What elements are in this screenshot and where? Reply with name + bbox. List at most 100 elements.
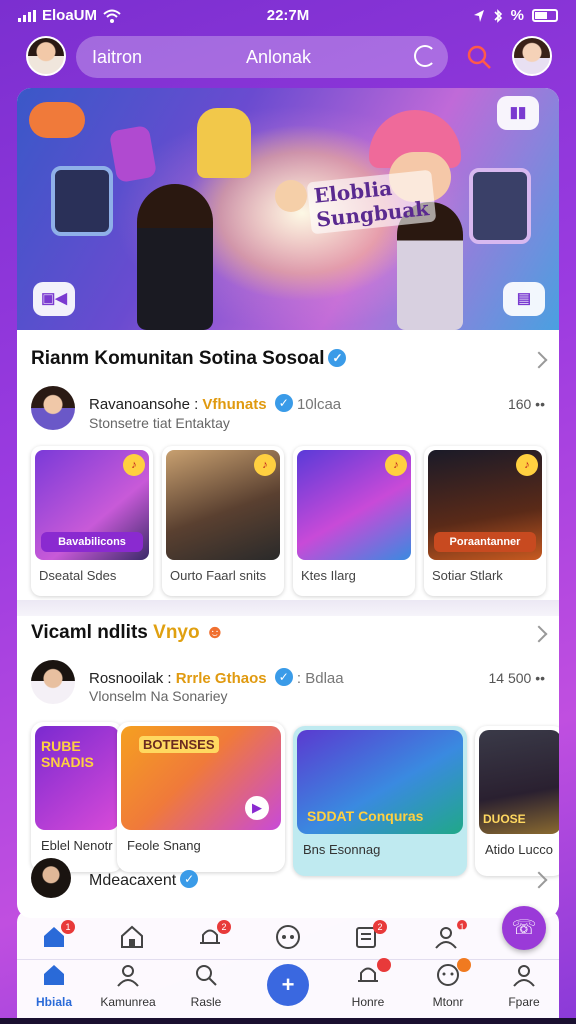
section2-user-name[interactable]: Rosnooilak : Rrrle Gthaos ✓ : Bdlaa	[89, 668, 344, 687]
section1-user-subtitle: Stonsetre tiat Entaktay	[89, 415, 230, 431]
hero-left-chip[interactable]: ▣◀	[33, 282, 75, 316]
section2-tile[interactable]: RUBE SNADIS Eblel Nenotr	[31, 722, 123, 872]
section2-tile[interactable]: SDDAT Conquras Bns Esonnag	[293, 726, 467, 876]
tablet-illustration	[51, 166, 113, 236]
section1-user-name[interactable]: Ravanoansohe : Vfhunats ✓ 10lcaa	[89, 394, 341, 413]
house-outline-icon	[121, 925, 143, 948]
hero-banner[interactable]: Eloblia Sungbuak ▣◀ ▤ ▮▮	[17, 88, 559, 330]
location-icon	[473, 9, 484, 22]
search-center-text: Anlonak	[246, 47, 312, 67]
hero-message-chip[interactable]: ▮▮	[497, 96, 539, 130]
nav-label: Rasle	[190, 995, 222, 1009]
section1-tile[interactable]: ♪ Bavabilicons Dseatal Sdes	[31, 446, 153, 596]
verified-icon: ✓	[180, 870, 199, 888]
nav-news-top[interactable]: 2	[335, 920, 397, 955]
chevron-right-icon[interactable]	[530, 351, 548, 369]
woman-left-illustration	[137, 184, 213, 330]
nav-home-top[interactable]: 1	[23, 920, 85, 955]
section2-tile[interactable]: BOTENSES ▶ Feole Snang	[117, 722, 285, 872]
tile-caption: Atido Lucco	[485, 842, 553, 857]
section-divider	[17, 600, 559, 616]
person-icon	[435, 927, 457, 949]
tile-caption: Ktes Ilarg	[301, 568, 356, 583]
tile-overlay-text: DUOSE	[483, 812, 526, 826]
tile-caption: Sotiar Stlark	[432, 568, 503, 583]
tile-image: DUOSE	[479, 730, 559, 834]
person-icon	[117, 965, 139, 987]
notification-badge	[457, 958, 471, 972]
nav-game-top[interactable]	[257, 924, 319, 955]
notification-badge: 1	[61, 920, 75, 934]
battery-percent: %	[510, 7, 524, 24]
tile-caption: Ourto Faarl snits	[170, 568, 267, 583]
play-icon[interactable]: ▶	[245, 796, 269, 820]
section1-tile[interactable]: ♪ Poraantanner Sotiar Stlark	[424, 446, 546, 596]
notification-badge: 2	[217, 920, 231, 934]
section2-tile[interactable]: DUOSE Atido Lucco	[475, 726, 559, 876]
home-indicator	[0, 1018, 576, 1024]
home-icon	[44, 965, 64, 985]
tile-caption: Eblel Nenotr	[41, 838, 113, 853]
search-left-text: Iaitron	[92, 47, 143, 67]
nav-label: Kamunrea	[100, 995, 156, 1009]
nav-house-top[interactable]	[101, 924, 163, 955]
section1-count: 160 ••	[507, 396, 545, 412]
tile-overlay-text: SDDAT Conquras	[307, 808, 424, 824]
verified-icon: ✓	[274, 394, 293, 412]
search-bar[interactable]: Iaitron Anlonak	[76, 36, 448, 78]
tile-image: SDDAT Conquras	[297, 730, 463, 834]
music-badge-icon: ♪	[385, 454, 407, 476]
nav-label: Mtonr	[432, 995, 464, 1009]
nav-label: Honre	[351, 995, 385, 1009]
call-fab-button[interactable]: ☏	[502, 906, 546, 950]
screen-illustration	[469, 168, 531, 244]
chevron-right-icon[interactable]	[530, 625, 548, 643]
hero-right-chip[interactable]: ▤	[503, 282, 545, 316]
search-icon	[196, 965, 217, 986]
music-badge-icon: ♪	[254, 454, 276, 476]
nav-tab-search[interactable]: Rasle	[175, 962, 237, 1009]
nav-bell-top[interactable]: 2	[179, 920, 241, 955]
refresh-icon[interactable]	[414, 45, 436, 67]
section1-tile[interactable]: ♪ Ourto Faarl snits	[162, 446, 284, 596]
section2-title[interactable]: Vicaml ndlits Vnyo ☻	[31, 622, 225, 644]
feed-card: Eloblia Sungbuak ▣◀ ▤ ▮▮ Rianm Komunitan …	[17, 88, 559, 918]
create-post-button[interactable]: +	[267, 964, 309, 1006]
tile-caption: Bns Esonnag	[303, 842, 381, 857]
next-row-title[interactable]: Mdeacaxent ✓	[89, 870, 199, 890]
user-avatar[interactable]	[512, 36, 552, 76]
nav-profile-top[interactable]: 1	[415, 920, 477, 955]
music-badge-icon: ♪	[123, 454, 145, 476]
section2-user-subtitle: Vlonselm Na Sonariey	[89, 688, 228, 704]
person-icon	[513, 965, 535, 987]
gamepad-icon	[276, 925, 300, 949]
card-illustration	[108, 124, 158, 184]
music-badge-icon: ♪	[516, 454, 538, 476]
search-icon[interactable]	[466, 44, 492, 70]
emoji-icon: ☻	[204, 622, 225, 643]
section1-user-avatar[interactable]	[31, 386, 75, 430]
section1-title[interactable]: Rianm Komunitan Sotina Sosoal ✓	[31, 348, 347, 370]
tile-overlay-text: RUBE SNADIS	[41, 738, 94, 770]
tile-image: RUBE SNADIS	[35, 726, 119, 830]
status-bar: EloaUM 22:7M %	[0, 0, 576, 32]
section2-count: 14 500 ••	[488, 670, 545, 686]
nav-label: Fpare	[508, 995, 540, 1009]
nav-label: Hbiala	[35, 995, 72, 1009]
battery-icon	[532, 9, 558, 22]
nav-tab-home2[interactable]: Honre	[337, 958, 399, 1009]
tile-banner: Poraantanner	[434, 532, 536, 552]
section2-user-avatar[interactable]	[31, 660, 75, 704]
next-row-avatar[interactable]	[31, 858, 71, 898]
tile-caption: Dseatal Sdes	[39, 568, 117, 583]
profile-avatar[interactable]	[26, 36, 66, 76]
section1-tile[interactable]: ♪ Ktes Ilarg	[293, 446, 415, 596]
nav-tab-community[interactable]: Kamunrea	[97, 962, 159, 1009]
nav-tab-profile[interactable]: Fpare	[493, 962, 555, 1009]
notification-badge: 2	[373, 920, 387, 934]
bluetooth-icon	[494, 8, 502, 23]
nav-tab-messages[interactable]: Mtonr	[417, 958, 479, 1009]
tile-banner: Bavabilicons	[41, 532, 143, 552]
child-illustration	[275, 180, 307, 212]
nav-tab-home[interactable]: Hbiala	[23, 962, 85, 1009]
